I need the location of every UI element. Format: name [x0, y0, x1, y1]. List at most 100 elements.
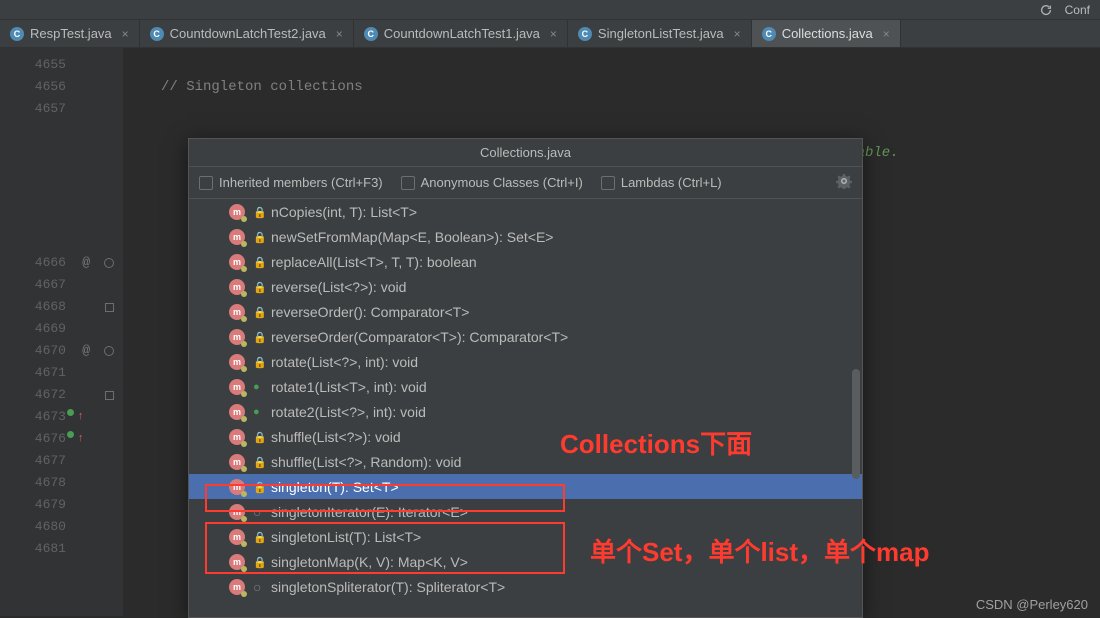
structure-item[interactable]: m🔒singletonMap(K, V): Map<K, V> [189, 549, 862, 574]
line-number: 4670@ [0, 340, 94, 362]
method-icon: m [229, 304, 245, 320]
method-signature: singletonMap(K, V): Map<K, V> [271, 554, 468, 570]
fold-marker[interactable] [95, 296, 123, 318]
config-button[interactable]: Conf [1065, 3, 1090, 17]
line-number [0, 208, 94, 230]
anonymous-classes-checkbox[interactable]: Anonymous Classes (Ctrl+I) [401, 175, 583, 190]
tab-label: SingletonListTest.java [598, 26, 724, 41]
structure-item[interactable]: m🔒rotate(List<?>, int): void [189, 349, 862, 374]
tab-countdownlatch1[interactable]: C CountdownLatchTest1.java × [354, 20, 568, 47]
lock-icon: 🔒 [253, 531, 263, 543]
fold-marker[interactable] [95, 318, 123, 340]
lock-icon: 🔒 [253, 306, 263, 318]
fold-marker[interactable] [95, 208, 123, 230]
fold-marker[interactable] [95, 230, 123, 252]
line-number: 4669 [0, 318, 94, 340]
structure-item[interactable]: m 🔒 shuffle(List<?>): void [189, 424, 862, 449]
tab-countdownlatch2[interactable]: C CountdownLatchTest2.java × [140, 20, 354, 47]
public-icon: ● [253, 406, 263, 418]
fold-marker[interactable] [95, 186, 123, 208]
fold-marker[interactable] [95, 494, 123, 516]
fold-toggle-icon [105, 391, 114, 400]
override-icon[interactable]: @ [82, 252, 90, 274]
fold-marker[interactable] [95, 516, 123, 538]
line-number [0, 230, 94, 252]
reload-icon[interactable] [1039, 3, 1053, 17]
structure-item[interactable]: m○singletonSpliterator(T): Spliterator<T… [189, 574, 862, 599]
structure-item[interactable]: m 🔒 reverseOrder(): Comparator<T> [189, 299, 862, 324]
fold-marker[interactable] [95, 362, 123, 384]
package-icon: ○ [253, 504, 263, 520]
public-icon: ● [253, 381, 263, 393]
lock-icon: 🔒 [253, 556, 263, 568]
lambdas-checkbox[interactable]: Lambdas (Ctrl+L) [601, 175, 722, 190]
top-toolbar: Conf [0, 0, 1100, 20]
fold-marker[interactable] [95, 538, 123, 560]
implements-up-icon[interactable]: ↑ [77, 406, 84, 428]
structure-item[interactable]: m🔒nCopies(int, T): List<T> [189, 199, 862, 224]
fold-marker[interactable] [95, 384, 123, 406]
method-signature: rotate1(List<T>, int): void [271, 379, 427, 395]
line-number: 4673↑ [0, 406, 94, 428]
fold-marker[interactable] [95, 252, 123, 274]
checkbox-icon [401, 176, 415, 190]
implements-up-icon[interactable]: ↑ [77, 428, 84, 450]
fold-marker[interactable] [95, 142, 123, 164]
structure-item[interactable]: m○singletonIterator(E): Iterator<E> [189, 499, 862, 524]
structure-item[interactable]: m🔒reverseOrder(Comparator<T>): Comparato… [189, 324, 862, 349]
java-class-icon: C [578, 27, 592, 41]
fold-marker[interactable] [95, 164, 123, 186]
method-signature: shuffle(List<?>): void [271, 429, 401, 445]
tab-collections[interactable]: C Collections.java × [752, 20, 901, 47]
close-icon[interactable]: × [550, 27, 557, 41]
close-icon[interactable]: × [883, 27, 890, 41]
method-signature: shuffle(List<?>, Random): void [271, 454, 461, 470]
line-number: 4676↑ [0, 428, 94, 450]
close-icon[interactable]: × [122, 27, 129, 41]
fold-marker[interactable] [95, 54, 123, 76]
tab-singletonlisttest[interactable]: C SingletonListTest.java × [568, 20, 752, 47]
close-icon[interactable]: × [336, 27, 343, 41]
fold-marker[interactable] [95, 428, 123, 450]
close-icon[interactable]: × [734, 27, 741, 41]
fold-marker[interactable] [95, 98, 123, 120]
fold-marker[interactable] [95, 76, 123, 98]
structure-item[interactable]: m🔒shuffle(List<?>, Random): void [189, 449, 862, 474]
inherited-members-checkbox[interactable]: Inherited members (Ctrl+F3) [199, 175, 383, 190]
line-number: 4679 [0, 494, 94, 516]
structure-item[interactable]: m🔒replaceAll(List<T>, T, T): boolean [189, 249, 862, 274]
tab-resptest[interactable]: C RespTest.java × [0, 20, 140, 47]
line-number [0, 164, 94, 186]
gear-icon[interactable] [836, 173, 852, 192]
line-number: 4666@ [0, 252, 94, 274]
editor-area: 4655465646574666@4667466846694670@467146… [0, 48, 1100, 616]
method-icon: m [229, 479, 245, 495]
lock-icon: 🔒 [253, 281, 263, 293]
fold-marker[interactable] [95, 406, 123, 428]
java-class-icon: C [762, 27, 776, 41]
lock-icon: 🔒 [253, 431, 263, 443]
fold-marker[interactable] [95, 450, 123, 472]
method-signature: replaceAll(List<T>, T, T): boolean [271, 254, 477, 270]
fold-marker[interactable] [95, 274, 123, 296]
structure-item[interactable]: m🔒singleton(T): Set<T> [189, 474, 862, 499]
fold-marker[interactable] [95, 472, 123, 494]
method-icon: m [229, 354, 245, 370]
structure-item[interactable]: m●rotate2(List<?>, int): void [189, 399, 862, 424]
popup-toolbar: Inherited members (Ctrl+F3) Anonymous Cl… [189, 167, 862, 199]
structure-item[interactable]: m🔒singletonList(T): List<T> [189, 524, 862, 549]
method-signature: reverseOrder(): Comparator<T> [271, 304, 469, 320]
structure-item[interactable]: m●rotate1(List<T>, int): void [189, 374, 862, 399]
watermark: CSDN @Perley620 [976, 597, 1088, 612]
structure-list[interactable]: m🔒nCopies(int, T): List<T>m🔒newSetFromMa… [189, 199, 862, 617]
fold-marker[interactable] [95, 340, 123, 362]
structure-item[interactable]: m🔒reverse(List<?>): void [189, 274, 862, 299]
override-icon[interactable]: @ [82, 340, 90, 362]
fold-marker[interactable] [95, 120, 123, 142]
line-number [0, 142, 94, 164]
tab-label: Collections.java [782, 26, 873, 41]
method-icon: m [229, 429, 245, 445]
structure-item[interactable]: m🔒newSetFromMap(Map<E, Boolean>): Set<E> [189, 224, 862, 249]
method-signature: nCopies(int, T): List<T> [271, 204, 417, 220]
scrollbar-thumb[interactable] [852, 369, 860, 479]
